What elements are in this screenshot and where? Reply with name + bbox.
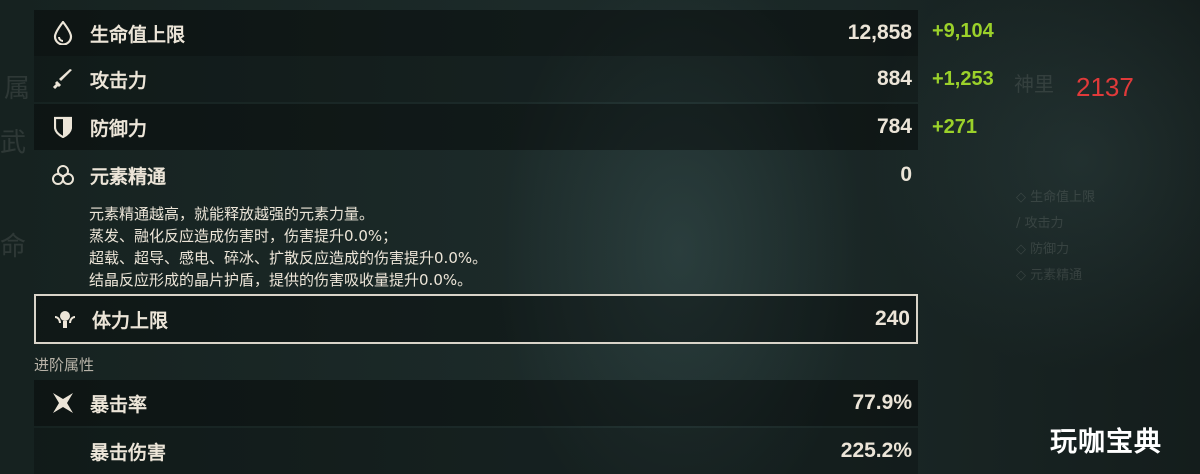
stat-row-crit-dmg[interactable]: 暴击伤害 225.2% (34, 428, 918, 474)
stat-label: 暴击率 (90, 393, 148, 416)
stat-value: 77.9% (852, 391, 912, 414)
stat-row-hp[interactable]: 生命值上限 12,858 (34, 10, 918, 56)
background-summary-fragment: / 攻击力 (1016, 216, 1064, 231)
background-summary-fragment: ◇ 元素精通 (1016, 268, 1083, 283)
stat-row-elemental-mastery[interactable]: 元素精通 0 (34, 152, 918, 198)
background-menu-fragment: 命 (0, 232, 27, 262)
stat-value: 0 (900, 163, 912, 186)
background-summary-fragment: ◇ 防御力 (1016, 242, 1070, 257)
stat-label: 防御力 (90, 117, 148, 140)
stat-value: 884 (876, 67, 912, 90)
stat-label: 元素精通 (90, 165, 167, 188)
sword-icon (50, 66, 76, 92)
description-line: 蒸发、融化反应造成伤害时，伤害提升0.0%； (89, 227, 398, 245)
background-menu-fragment: 属 (4, 74, 31, 104)
droplet-icon (50, 20, 76, 46)
background-summary-fragment: ◇ 生命值上限 (1016, 190, 1096, 205)
stat-bonus-def: +271 (932, 116, 978, 138)
watermark: 玩咖宝典 (1050, 427, 1162, 458)
crit-icon (50, 390, 76, 416)
stat-row-atk[interactable]: 攻击力 884 (34, 56, 918, 102)
stamina-icon (52, 306, 78, 332)
elemental-mastery-icon (50, 162, 76, 188)
description-line: 超载、超导、感电、碎冰、扩散反应造成的伤害提升0.0%。 (89, 249, 488, 267)
stat-bonus-atk: +1,253 (932, 68, 994, 90)
section-title-advanced: 进阶属性 (34, 356, 95, 374)
stat-bonus-hp: +9,104 (932, 20, 994, 42)
stat-value: 225.2% (840, 439, 912, 462)
stat-row-crit-rate[interactable]: 暴击率 77.9% (34, 380, 918, 426)
stat-row-stamina[interactable]: 体力上限 240 (34, 294, 918, 344)
stat-label: 攻击力 (90, 69, 148, 92)
stat-label: 暴击伤害 (90, 441, 167, 464)
annotation-number: 2137 (1076, 72, 1134, 102)
stat-value: 240 (874, 307, 910, 330)
stat-label: 生命值上限 (90, 23, 186, 46)
elemental-mastery-description: 元素精通越高，就能释放越强的元素力量。 蒸发、融化反应造成伤害时，伤害提升0.0… (89, 203, 487, 291)
background-name-fragment: 神里 (1014, 72, 1054, 96)
stat-row-def[interactable]: 防御力 784 (34, 104, 918, 150)
stat-value: 12,858 (847, 21, 912, 44)
background-menu-fragment: 武 (0, 128, 27, 158)
description-line: 元素精通越高，就能释放越强的元素力量。 (89, 205, 375, 223)
stat-label: 体力上限 (92, 309, 169, 332)
description-line: 结晶反应形成的晶片护盾，提供的伤害吸收量提升0.0%。 (89, 271, 473, 289)
shield-icon (50, 114, 76, 140)
stat-value: 784 (876, 115, 912, 138)
